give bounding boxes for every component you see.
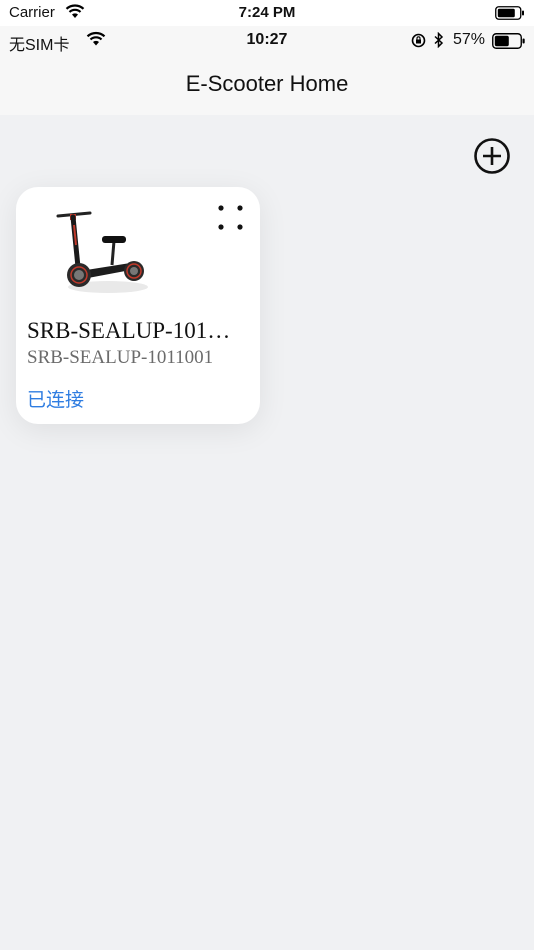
navigation-bar: E-Scooter Home	[0, 54, 534, 115]
four-dots-icon	[218, 205, 243, 230]
device-card[interactable]: SRB-SEALUP-101… SRB-SEALUP-1011001 已连接	[16, 187, 260, 424]
device-more-button[interactable]	[218, 205, 244, 231]
device-status-bar: 无SIM卡 10:27 57%	[0, 26, 534, 54]
battery-percent: 57%	[453, 31, 486, 48]
simulator-time: 7:24 PM	[238, 4, 296, 21]
battery-icon	[495, 6, 525, 25]
plus-circle-icon	[474, 138, 510, 174]
connection-status: 已连接	[27, 389, 85, 411]
bluetooth-icon	[434, 31, 444, 53]
simulator-status-bar: Carrier 7:24 PM	[0, 0, 534, 26]
scooter-image	[50, 205, 160, 301]
device-serial: SRB-SEALUP-1011001	[27, 347, 214, 368]
rotation-lock-icon	[411, 33, 426, 53]
page-title: E-Scooter Home	[185, 71, 349, 96]
device-name: SRB-SEALUP-101…	[27, 318, 231, 343]
battery-icon	[492, 33, 526, 54]
add-device-button[interactable]	[473, 137, 511, 175]
